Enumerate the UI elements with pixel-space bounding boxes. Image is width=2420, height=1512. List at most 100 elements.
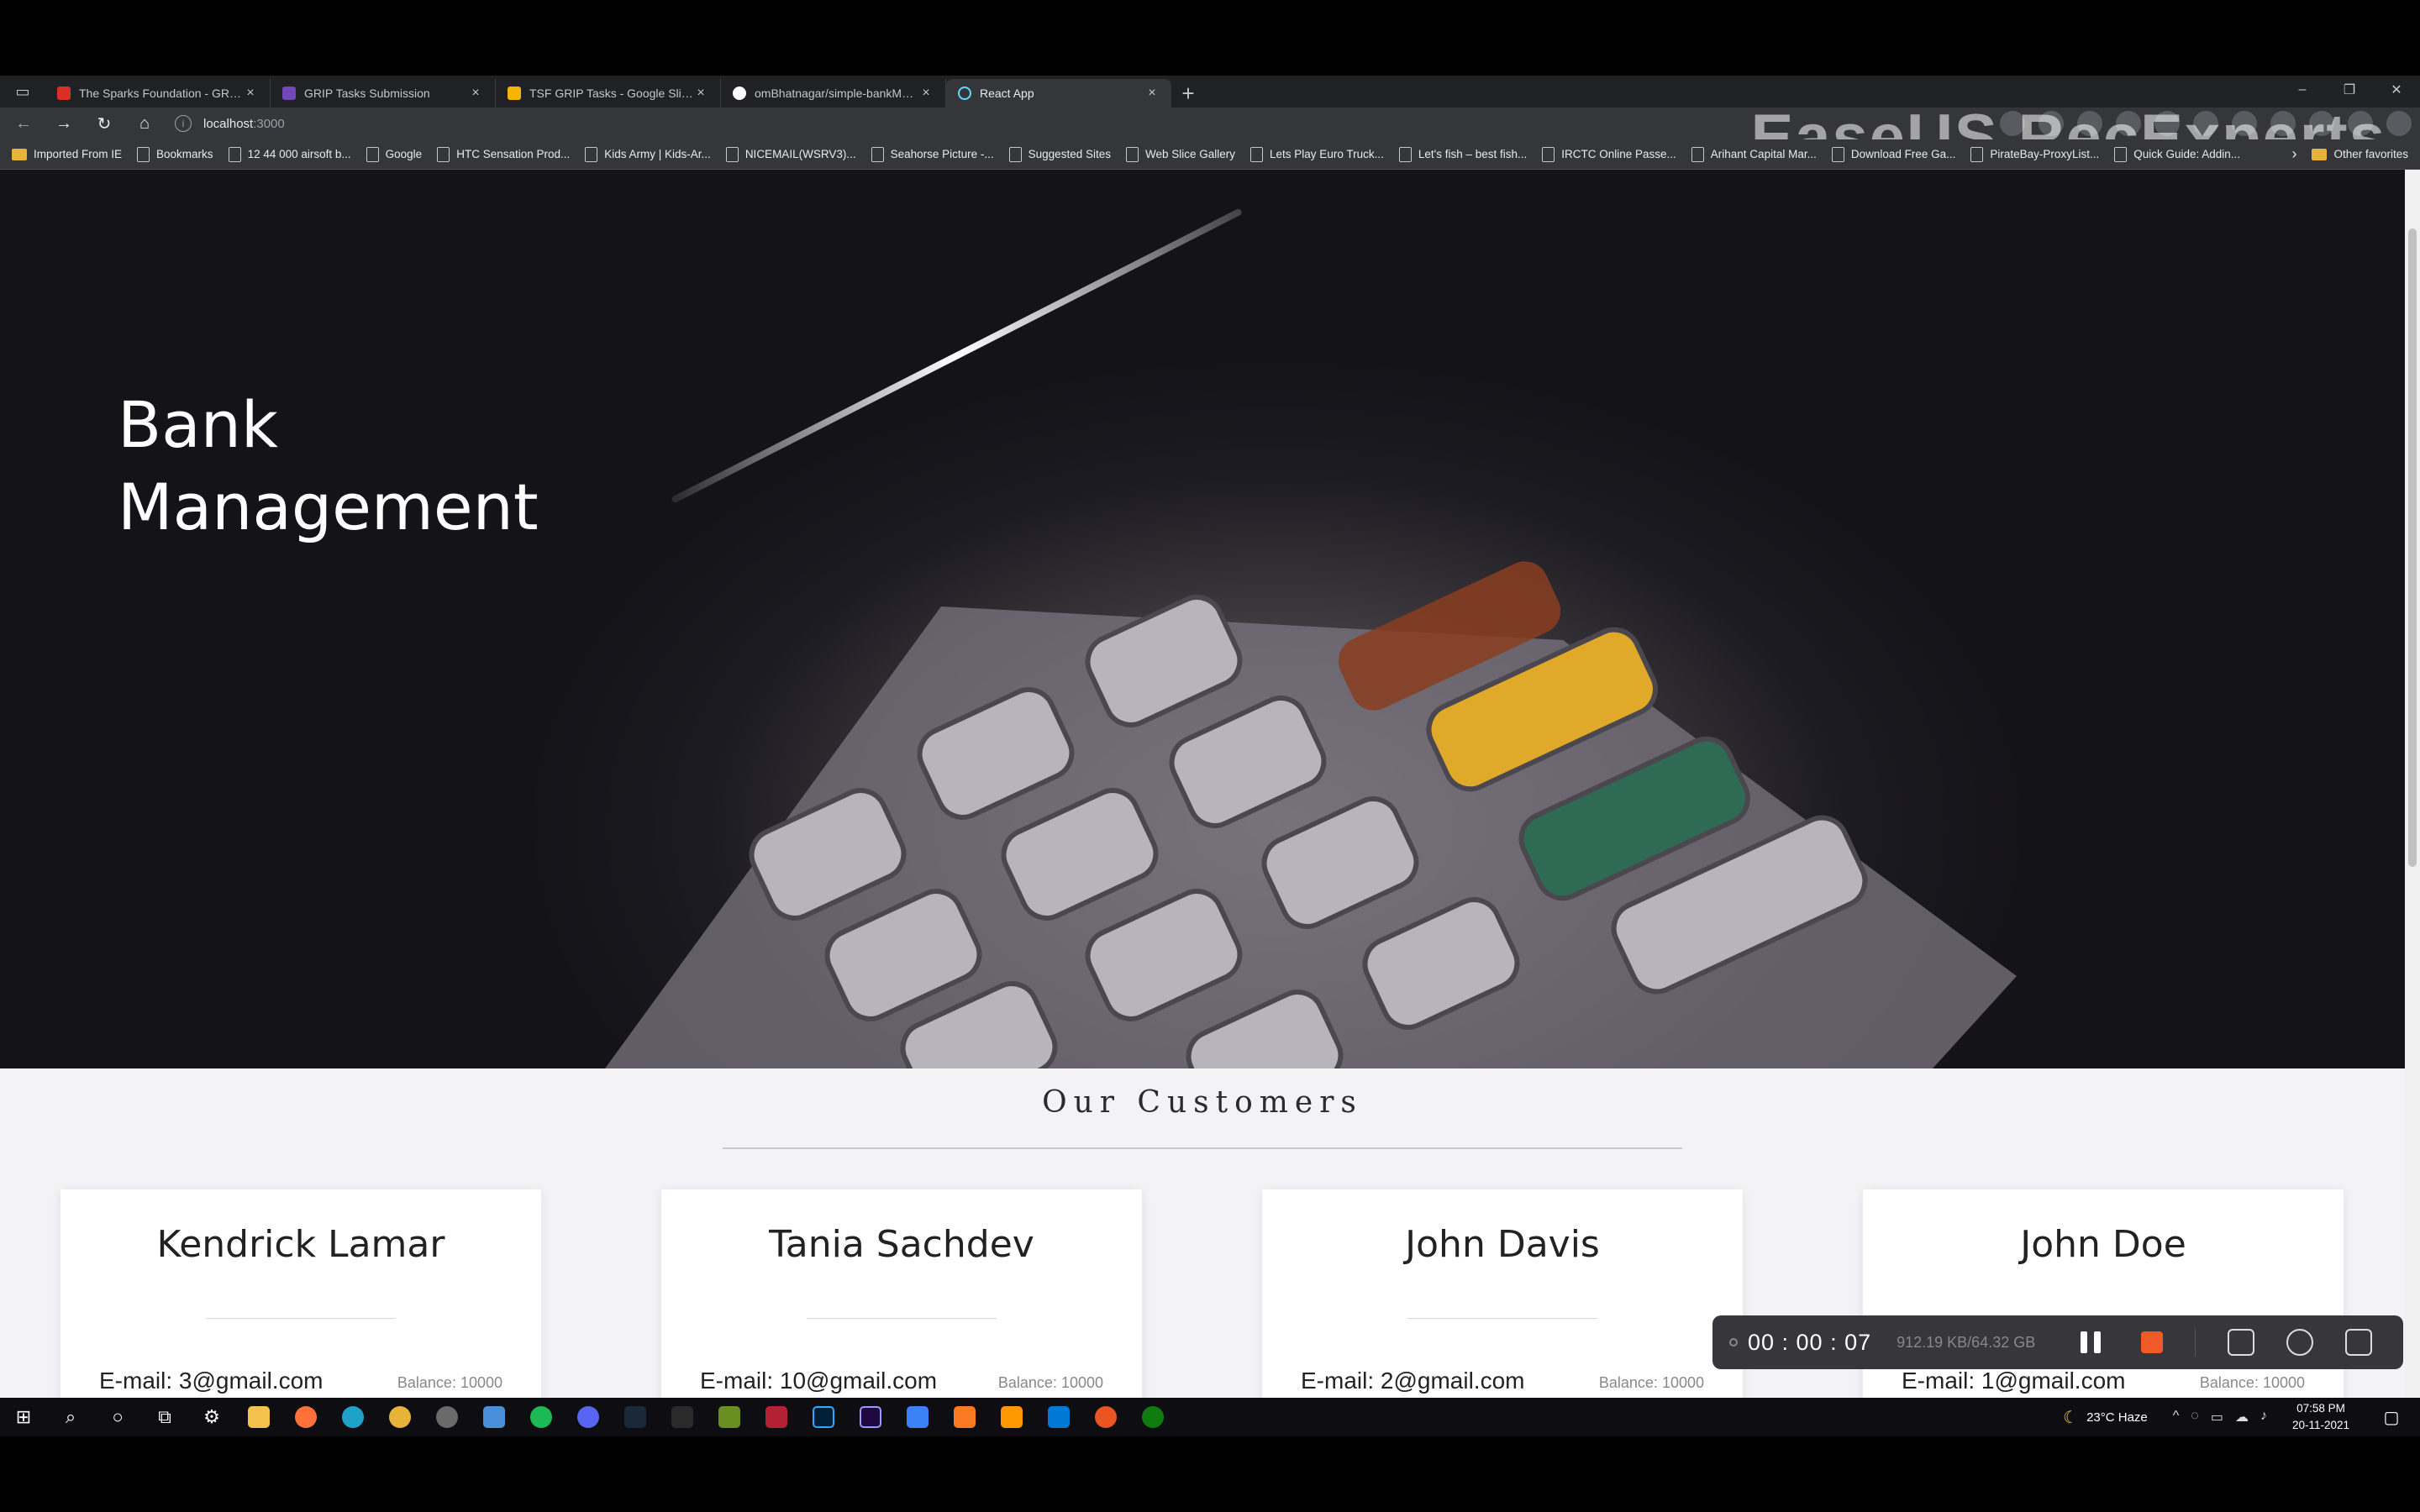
spotify-icon[interactable] [518, 1398, 565, 1436]
epic-games-icon[interactable] [659, 1398, 706, 1436]
new-tab-button[interactable]: + [1171, 79, 1205, 108]
bookmark-item[interactable]: Seahorse Picture -... [871, 146, 994, 162]
bookmark-item[interactable]: Kids Army | Kids-Ar... [585, 146, 711, 162]
cloud-icon[interactable]: ☁ [2235, 1409, 2249, 1425]
close-tab-icon[interactable]: × [243, 86, 258, 101]
bookmark-item[interactable]: NICEMAIL(WSRV3)... [725, 146, 856, 162]
tab-actions-icon[interactable]: ▭ [0, 76, 45, 108]
minimize-panel-icon[interactable] [2345, 1329, 2373, 1356]
task-view-icon[interactable]: ⧉ [141, 1398, 188, 1436]
bookmark-item[interactable]: Suggested Sites [1008, 146, 1111, 162]
forms-icon [282, 87, 296, 100]
steam-icon[interactable] [612, 1398, 659, 1436]
timer-icon[interactable] [2286, 1329, 2314, 1356]
settings-icon[interactable]: ⚙ [188, 1398, 235, 1436]
bookmark-label: PirateBay-ProxyList... [1990, 148, 2100, 160]
tab-2[interactable]: GRIP Tasks Submission × [271, 79, 496, 108]
minimize-icon[interactable]: – [2279, 76, 2326, 104]
vegas-icon[interactable] [753, 1398, 800, 1436]
vscode-icon[interactable] [1035, 1398, 1082, 1436]
window-controls: – ❐ ✕ [2279, 76, 2420, 104]
slides-icon [508, 87, 521, 100]
bookmark-item[interactable]: PirateBay-ProxyList... [1970, 146, 2100, 162]
tab-4[interactable]: omBhatnagar/simple-bankMana × [721, 79, 946, 108]
volume-icon[interactable]: ♪ [2260, 1409, 2267, 1425]
close-tab-icon[interactable]: × [468, 86, 483, 101]
page-icon [366, 146, 379, 162]
forward-icon[interactable]: → [47, 109, 81, 138]
battery-icon[interactable]: ▭ [2211, 1409, 2223, 1425]
section-divider [723, 1147, 1682, 1149]
bookmark-item[interactable]: IRCTC Online Passe... [1542, 146, 1676, 162]
bookmark-label: HTC Sensation Prod... [456, 148, 571, 160]
edge-icon[interactable] [329, 1398, 376, 1436]
bookmark-item[interactable]: Google [366, 146, 422, 162]
other-favorites[interactable]: Other favorites [2312, 148, 2408, 160]
reload-icon[interactable]: ↻ [87, 109, 121, 138]
bookmark-item[interactable]: Web Slice Gallery [1125, 146, 1235, 162]
customer-card[interactable]: John Davis E-mail: 2@gmail.com Balance: … [1262, 1189, 1743, 1398]
photoshop-icon[interactable] [800, 1398, 847, 1436]
page-icon [585, 146, 598, 162]
github-icon [733, 87, 746, 100]
bookmark-item[interactable]: HTC Sensation Prod... [437, 146, 571, 162]
notification-icon[interactable]: ▢ [2375, 1407, 2408, 1428]
search-icon[interactable]: ⌕ [47, 1398, 94, 1436]
bookmark-item[interactable]: Lets Play Euro Truck... [1250, 146, 1384, 162]
home-icon[interactable]: ⌂ [128, 109, 161, 138]
close-tab-icon[interactable]: × [693, 86, 708, 101]
clock[interactable]: 07:58 PM 20-11-2021 [2292, 1400, 2349, 1434]
cortana-icon[interactable]: ○ [94, 1398, 141, 1436]
page-icon [1970, 146, 1984, 162]
maximize-icon[interactable]: ❐ [2326, 76, 2373, 104]
weather-widget[interactable]: ☾ 23°C Haze [2063, 1407, 2148, 1428]
tab-title: TSF GRIP Tasks - Google Slides [529, 87, 693, 100]
tab-5-active[interactable]: React App × [946, 79, 1171, 108]
calendar-icon[interactable] [471, 1398, 518, 1436]
file-explorer-icon[interactable] [235, 1398, 282, 1436]
screenshot-icon[interactable] [2228, 1329, 2255, 1356]
customer-email: E-mail: 1@gmail.com [1902, 1368, 2126, 1394]
address-bar[interactable]: i localhost:3000 [175, 111, 1687, 136]
profile-avatar[interactable] [2386, 111, 2412, 136]
system-tray: ☾ 23°C Haze ^ ◌ ▭ ☁ ♪ 07:58 PM 20-11-202… [2063, 1398, 2420, 1436]
sublime-icon[interactable] [988, 1398, 1035, 1436]
bookmark-item[interactable]: Download Free Ga... [1831, 146, 1955, 162]
discord-icon[interactable] [565, 1398, 612, 1436]
bookmark-item[interactable]: Bookmarks [137, 146, 213, 162]
start-icon[interactable]: ⊞ [0, 1398, 47, 1436]
chevron-right-icon[interactable]: › [2291, 145, 2296, 163]
stop-button[interactable] [2141, 1331, 2164, 1353]
chrome-icon[interactable] [376, 1398, 424, 1436]
tab-3[interactable]: TSF GRIP Tasks - Google Slides × [496, 79, 721, 108]
bookmark-item[interactable]: Arihant Capital Mar... [1691, 146, 1817, 162]
page-scrollbar[interactable] [2405, 170, 2420, 1398]
site-info-icon[interactable]: i [175, 115, 192, 132]
app-icon[interactable] [894, 1398, 941, 1436]
bookmark-item[interactable]: 12 44 000 airsoft b... [228, 146, 351, 162]
customer-card[interactable]: Kendrick Lamar E-mail: 3@gmail.com Balan… [60, 1189, 541, 1398]
pause-button[interactable] [2081, 1331, 2102, 1353]
minecraft-icon[interactable] [706, 1398, 753, 1436]
clock-time: 07:58 PM [2296, 1402, 2345, 1415]
close-window-icon[interactable]: ✕ [2373, 76, 2420, 104]
tab-1[interactable]: The Sparks Foundation - GRIP Si × [45, 79, 271, 108]
ubuntu-icon[interactable] [1082, 1398, 1129, 1436]
after-effects-icon[interactable] [847, 1398, 894, 1436]
app-icon[interactable] [424, 1398, 471, 1436]
xampp-icon[interactable] [941, 1398, 988, 1436]
back-icon[interactable]: ← [7, 109, 40, 138]
firefox-icon[interactable] [282, 1398, 329, 1436]
network-icon[interactable]: ◌ [2191, 1409, 2199, 1425]
chevron-up-icon[interactable]: ^ [2173, 1409, 2180, 1425]
hero-title: Bank Management [118, 384, 539, 549]
bookmark-item[interactable]: Imported From IE [12, 148, 122, 160]
customer-card[interactable]: Tania Sachdev E-mail: 10@gmail.com Balan… [661, 1189, 1142, 1398]
scrollbar-thumb[interactable] [2408, 228, 2417, 867]
bookmark-item[interactable]: Let's fish – best fish... [1398, 146, 1527, 162]
close-tab-icon[interactable]: × [918, 86, 934, 101]
close-tab-icon[interactable]: × [1144, 86, 1160, 101]
bookmark-item[interactable]: Quick Guide: Addin... [2114, 146, 2240, 162]
page-icon [1008, 146, 1022, 162]
xbox-icon[interactable] [1129, 1398, 1176, 1436]
